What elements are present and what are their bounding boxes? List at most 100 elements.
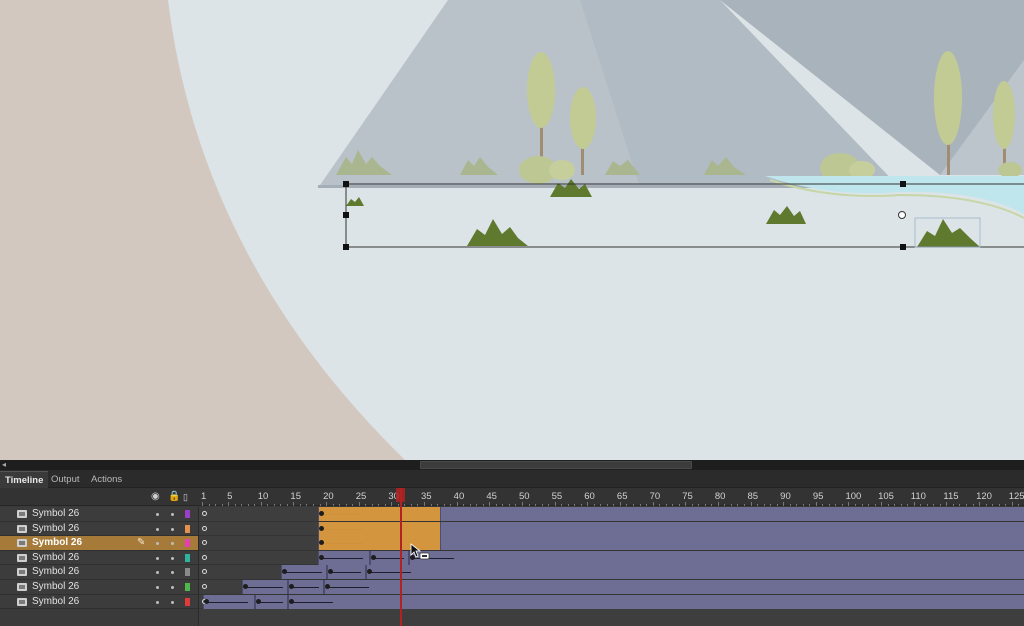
empty-keyframe[interactable] [202, 584, 207, 589]
layer-name[interactable]: Symbol 26 [32, 536, 82, 550]
selected-frames[interactable] [317, 521, 442, 536]
ruler-tick [757, 504, 759, 506]
visibility-toggle[interactable] [156, 527, 159, 531]
eye-icon[interactable]: ◉ [151, 491, 160, 503]
layer-name[interactable]: Symbol 26 [32, 580, 79, 594]
frame-number: 10 [257, 491, 269, 502]
ruler-tick [378, 504, 380, 506]
frame-row[interactable] [199, 565, 1024, 580]
lock-toggle[interactable] [171, 542, 174, 546]
ruler-tick [313, 504, 314, 506]
frame-row[interactable] [199, 594, 1024, 610]
layer-row[interactable]: Symbol 26 [0, 580, 198, 595]
keyframe[interactable] [256, 598, 262, 604]
ruler-tick [450, 504, 452, 506]
empty-keyframe[interactable] [202, 511, 207, 516]
keyframe[interactable] [324, 584, 330, 589]
layer-outline-color-swatch[interactable] [185, 510, 190, 518]
frame-row[interactable] [199, 536, 1024, 551]
lock-toggle[interactable] [171, 571, 174, 575]
keyframe[interactable] [288, 584, 294, 589]
tween-arrow [322, 557, 363, 559]
layer-outline-color-swatch[interactable] [185, 524, 190, 533]
keyframe[interactable] [318, 525, 324, 531]
layer-type-icon [17, 597, 27, 606]
keyframe[interactable] [370, 554, 376, 560]
ruler-tick [711, 504, 713, 506]
stage-canvas[interactable] [0, 0, 1024, 460]
frame-number: 50 [518, 491, 530, 502]
layer-outline-color-swatch[interactable] [185, 539, 190, 548]
motion-tween-span[interactable] [408, 550, 1024, 565]
frames-grid[interactable] [198, 507, 1024, 626]
keyframe[interactable] [288, 598, 294, 604]
layer-name[interactable]: Symbol 26 [32, 522, 79, 536]
layer-row[interactable]: Symbol 26 [0, 565, 198, 580]
ruler-tick [541, 504, 543, 506]
lock-toggle[interactable] [171, 556, 174, 560]
visibility-toggle[interactable] [156, 513, 159, 516]
ruler-tick [913, 502, 915, 506]
visibility-toggle[interactable] [156, 571, 159, 575]
frame-row[interactable] [199, 521, 1024, 537]
layer-row[interactable]: Symbol 26 ✎ [0, 536, 198, 551]
scrollbar-thumb[interactable] [420, 461, 692, 469]
ruler-tick [691, 504, 693, 506]
lock-toggle[interactable] [171, 586, 174, 589]
visibility-toggle[interactable] [156, 556, 159, 560]
lock-toggle[interactable] [171, 513, 174, 516]
tab-actions[interactable]: Actions [86, 471, 127, 488]
visibility-toggle[interactable] [156, 586, 159, 589]
ruler-tick [841, 504, 843, 506]
empty-keyframe[interactable] [202, 554, 207, 560]
visibility-toggle[interactable] [156, 542, 159, 546]
empty-keyframe[interactable] [202, 540, 207, 546]
lock-toggle[interactable] [171, 527, 174, 531]
ruler-tick [515, 504, 517, 506]
tween-arrow [292, 587, 319, 588]
layer-name[interactable]: Symbol 26 [32, 551, 79, 565]
ruler-tick [273, 504, 275, 506]
keyframe[interactable] [318, 554, 324, 560]
layer-name[interactable]: Symbol 26 [32, 565, 79, 579]
ruler-tick [639, 504, 641, 506]
layer-name[interactable]: Symbol 26 [32, 595, 79, 609]
ruler-tick [1018, 504, 1020, 506]
layer-name[interactable]: Symbol 26 [32, 507, 79, 521]
layer-type-icon [17, 510, 27, 518]
playhead[interactable] [400, 488, 402, 626]
motion-tween-span[interactable] [323, 580, 1024, 594]
tab-timeline[interactable]: Timeline [0, 471, 49, 488]
visibility-toggle[interactable] [156, 600, 159, 604]
layer-row[interactable]: Symbol 26 [0, 507, 198, 522]
lock-toggle[interactable] [171, 600, 174, 604]
selected-frames[interactable] [317, 507, 442, 521]
scroll-left-arrow-icon[interactable]: ◂ [2, 461, 6, 469]
layer-outline-color-swatch[interactable] [185, 553, 190, 562]
layer-outline-color-swatch[interactable] [185, 583, 190, 591]
ruler-tick [339, 504, 341, 506]
frame-row[interactable] [199, 580, 1024, 595]
stage-horizontal-scrollbar[interactable]: ◂ [0, 460, 1024, 470]
tab-output[interactable]: Output [46, 471, 85, 488]
ruler-tick [835, 504, 837, 506]
lock-icon[interactable]: 🔒 [168, 491, 180, 503]
keyframe[interactable] [318, 511, 324, 516]
layer-outline-color-swatch[interactable] [185, 568, 190, 577]
ruler-tick [907, 504, 909, 506]
tween-arrow [332, 572, 362, 574]
frame-row[interactable] [199, 550, 1024, 566]
outline-icon[interactable]: ▯ [183, 491, 188, 503]
frame-ruler[interactable]: 1 5 10 15 20 25 30 35 40 45 50 55 60 65 70 75 80 85 90 95 10… [198, 488, 1024, 506]
layer-outline-color-swatch[interactable] [185, 597, 190, 606]
keyframe[interactable] [204, 598, 209, 604]
motion-tween-span[interactable] [287, 594, 1024, 609]
empty-keyframe[interactable] [202, 569, 207, 575]
motion-tween-span[interactable] [366, 565, 1024, 580]
empty-keyframe[interactable] [202, 525, 207, 531]
layer-row[interactable]: Symbol 26 [0, 594, 198, 610]
layer-row[interactable]: Symbol 26 [0, 550, 198, 566]
layer-row[interactable]: Symbol 26 [0, 521, 198, 537]
frame-number: 40 [453, 491, 465, 502]
frame-row[interactable] [199, 507, 1024, 522]
